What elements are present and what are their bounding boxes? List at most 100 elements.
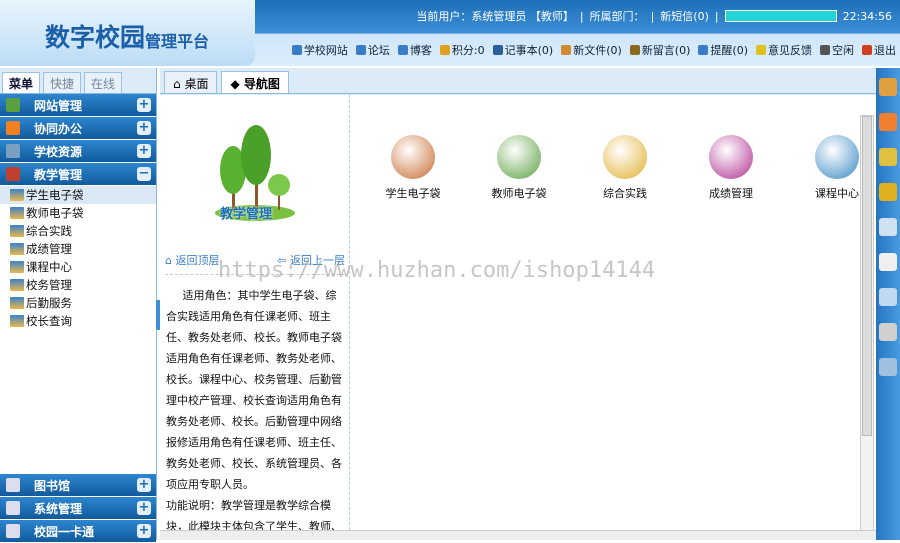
toolbar-item[interactable]: 新留言(0)	[629, 42, 691, 58]
department: 所属部门：	[589, 10, 645, 23]
submenu-label: 学生电子袋	[26, 188, 84, 202]
toolbar-item[interactable]: 意见反馈	[756, 42, 812, 58]
submenu-item[interactable]: 成绩管理	[0, 240, 156, 258]
tab-label: 导航图	[243, 77, 280, 91]
separator: |	[650, 9, 655, 23]
section-label: 校园一卡通	[34, 524, 95, 539]
app-shortcut[interactable]: 学生电子袋	[360, 135, 466, 201]
folder-icon	[10, 279, 24, 291]
toolbar-item[interactable]: 学校网站	[291, 42, 348, 58]
toolbar-item-icon	[698, 45, 709, 55]
app-shortcut[interactable]: 教师电子袋	[466, 135, 572, 201]
submenu-item[interactable]: 校长查询	[0, 312, 156, 330]
folder-icon	[10, 225, 24, 237]
clock: 22:34:56	[842, 9, 892, 23]
toolbar-item-icon	[439, 45, 450, 55]
collapse-icon[interactable]: −	[137, 167, 151, 181]
folder-icon	[10, 261, 24, 273]
toolbar-item-label: 论坛	[367, 44, 390, 57]
settings-icon[interactable]	[879, 358, 897, 376]
back-to-top-link[interactable]: ⌂ 返回顶层	[165, 252, 219, 268]
app-label: 成绩管理	[709, 187, 753, 200]
menu-section[interactable]: 学校资源 +	[0, 140, 156, 163]
sms-link[interactable]: 新短信(0)	[660, 8, 709, 24]
section-label: 学校资源	[34, 144, 83, 159]
logo-main: 数字校园	[45, 23, 146, 52]
tab-nav-map[interactable]: ◆ 导航图	[221, 71, 289, 93]
submenu-item[interactable]: 校务管理	[0, 276, 156, 294]
vertical-scrollbar[interactable]	[860, 115, 874, 535]
toolbar-item-icon	[397, 45, 408, 55]
sidebar-tab[interactable]: 菜单	[2, 72, 41, 93]
toolbar-item-icon	[355, 45, 366, 55]
folder-icon	[10, 189, 24, 201]
menu-section[interactable]: 图书馆 +	[0, 474, 156, 497]
toolbar-item[interactable]: 博客	[397, 42, 432, 58]
expand-icon[interactable]: +	[137, 478, 151, 492]
toolbar-item[interactable]: 退出	[862, 42, 896, 58]
toolbar-item-label: 退出	[874, 44, 896, 57]
toolbar-item-label: 新留言(0)	[641, 44, 691, 57]
submenu-label: 校长查询	[26, 314, 72, 328]
menu-section[interactable]: 协同办公 +	[0, 117, 156, 140]
section-icon	[6, 167, 20, 181]
main-tabs: ⌂ 桌面 ◆ 导航图	[160, 68, 876, 94]
toolbar-item[interactable]: 新文件(0)	[561, 42, 622, 58]
app-icon	[603, 135, 647, 179]
user-bar: 当前用户：系统管理员 【教师】 | 所属部门： | 新短信(0) | 22:34…	[416, 8, 892, 24]
eraser-icon[interactable]	[879, 113, 897, 131]
section-icon	[6, 144, 20, 158]
app-shortcut[interactable]: 课程中心	[784, 135, 890, 201]
menu-section[interactable]: 教学管理 −	[0, 163, 156, 186]
toolbar-item[interactable]: 记事本(0)	[492, 42, 553, 58]
horizontal-scrollbar[interactable]	[160, 530, 876, 540]
toolbar-item-icon	[756, 45, 766, 55]
toolbar-item-label: 意见反馈	[768, 44, 812, 57]
expand-icon[interactable]: +	[137, 98, 151, 112]
app-shortcut[interactable]: 成绩管理	[678, 135, 784, 201]
header: 数字校园 管理平台 当前用户：系统管理员 【教师】 | 所属部门： | 新短信(0…	[0, 0, 900, 66]
submenu-label: 教师电子袋	[26, 206, 84, 220]
submenu-item[interactable]: 课程中心	[0, 258, 156, 276]
sidebar-tab[interactable]: 快捷	[43, 72, 82, 93]
toolbar-item-icon	[561, 45, 572, 55]
section-icon	[6, 524, 20, 538]
toolbar-item[interactable]: 论坛	[355, 42, 390, 58]
separator: |	[579, 9, 584, 23]
status-bar	[724, 10, 837, 22]
toolbar-item-label: 博客	[409, 44, 432, 57]
submenu-item[interactable]: 教师电子袋	[0, 204, 156, 222]
folder-icon	[10, 207, 24, 219]
pencil-icon[interactable]	[879, 148, 897, 166]
submenu-label: 校务管理	[26, 278, 72, 292]
expand-icon[interactable]: +	[137, 501, 151, 515]
module-description: 适用角色：其中学生电子袋、综合实践适用角色有任课老师、班主任、教务处老师、校长。…	[166, 285, 342, 537]
app-shortcut[interactable]: 综合实践	[572, 135, 678, 201]
expand-icon[interactable]: +	[137, 121, 151, 135]
printer-icon[interactable]	[879, 323, 897, 341]
submenu-item[interactable]: 学生电子袋	[0, 186, 156, 204]
toolbar-item[interactable]: 积分:0	[439, 42, 485, 58]
sidebar-tab[interactable]: 在线	[84, 72, 123, 93]
submenu-item[interactable]: 综合实践	[0, 222, 156, 240]
download-icon[interactable]	[879, 288, 897, 306]
user-icon[interactable]	[879, 218, 897, 236]
toolbar-item-label: 积分:0	[451, 44, 485, 57]
document-icon[interactable]	[879, 253, 897, 271]
expand-icon[interactable]: +	[137, 524, 151, 538]
main-area: ⌂ 桌面 ◆ 导航图 教学管理 ⌂ 返回顶层 ⇦ 返回上一层 适用角色：其中学生…	[160, 68, 876, 540]
key-icon[interactable]	[879, 183, 897, 201]
roles-text: 适用角色：其中学生电子袋、综合实践适用角色有任课老师、班主任、教务处老师、校长。…	[166, 289, 342, 491]
toolbar-item[interactable]: 空闲	[820, 42, 854, 58]
menu-section[interactable]: 系统管理 +	[0, 497, 156, 520]
submenu-item[interactable]: 后勤服务	[0, 294, 156, 312]
submenu: 学生电子袋教师电子袋综合实践 成绩管理 课程中心校务管理后勤服务校长查询	[0, 186, 156, 330]
toolbar-item[interactable]: 提醒(0)	[698, 42, 748, 58]
tab-desktop[interactable]: ⌂ 桌面	[164, 71, 218, 93]
menu-section[interactable]: 网站管理 +	[0, 94, 156, 117]
expand-icon[interactable]: +	[137, 144, 151, 158]
section-label: 协同办公	[34, 121, 83, 136]
left-sidebar: 菜单 快捷 在线 网站管理 + 协同办公 + 学校资源 + 教学管理 − 学生电子袋教师电子袋综合…	[0, 68, 157, 543]
books-icon[interactable]	[879, 78, 897, 96]
folder-icon	[10, 243, 24, 255]
